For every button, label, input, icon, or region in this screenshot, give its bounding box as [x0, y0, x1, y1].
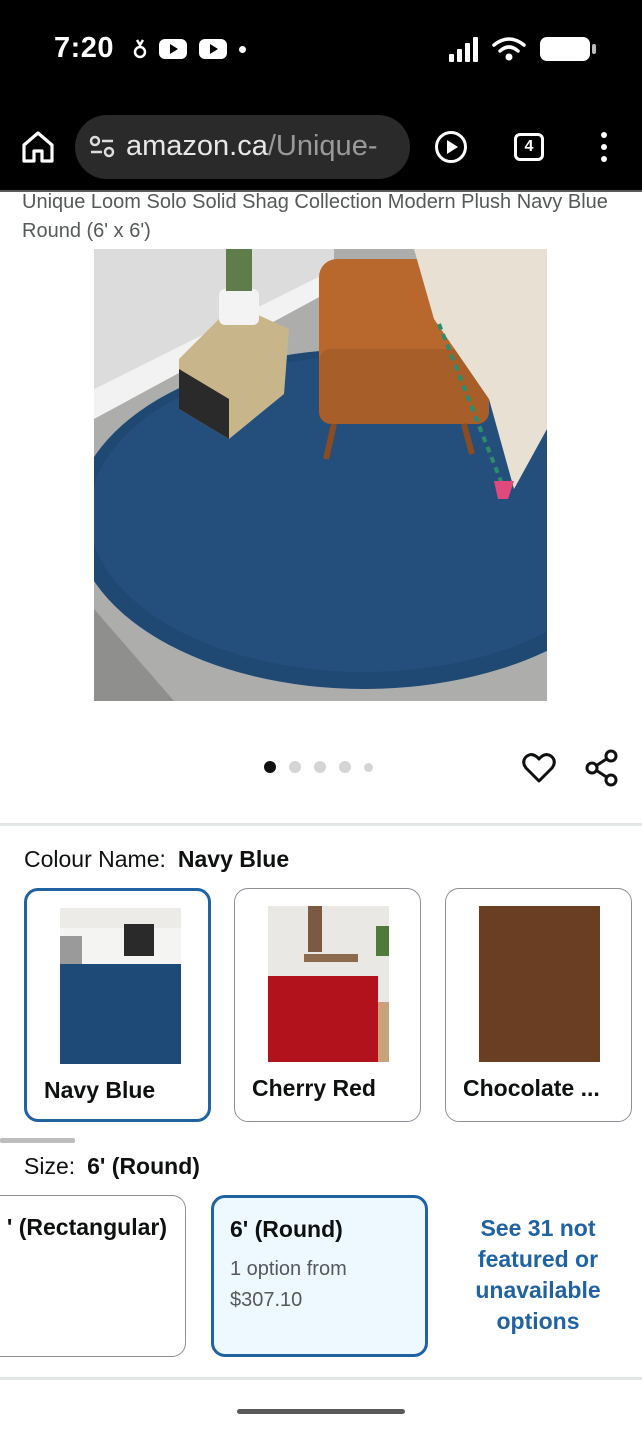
size-option-title: 6' (Round) [230, 1216, 343, 1242]
size-option-price: $307.10 [230, 1289, 303, 1311]
carousel-dot[interactable] [364, 762, 373, 772]
carousel-dot[interactable] [264, 761, 276, 773]
tabs-icon[interactable]: 4 [514, 133, 544, 161]
carousel-dot[interactable] [289, 761, 301, 773]
swatch-label: Chocolate ... [463, 1075, 600, 1101]
youtube-icon [199, 39, 227, 59]
colour-option-chocolate[interactable]: Chocolate ... [445, 888, 632, 1122]
swatch-label: Navy Blue [44, 1077, 156, 1103]
heart-icon[interactable] [522, 751, 556, 785]
product-title: Unique Loom Solo Solid Shag Collection M… [22, 191, 608, 242]
status-bar: 7:20 [0, 0, 642, 100]
status-time: 7:20 [54, 32, 115, 64]
youtube-icon [159, 39, 187, 59]
more-icon[interactable] [598, 132, 610, 162]
url-text: amazon.ca/Unique- [126, 130, 377, 163]
divider [0, 1377, 642, 1380]
swatch-thumbnail [479, 906, 600, 1062]
size-option-price-info: 1 option from $307.10 [230, 1254, 410, 1316]
size-option-rectangular[interactable]: ' (Rectangular) [0, 1195, 186, 1357]
size-option-title: ' (Rectangular) [6, 1214, 167, 1240]
carousel-dot[interactable] [339, 761, 351, 773]
share-icon[interactable] [585, 749, 619, 787]
colour-selected-value: Navy Blue [177, 846, 290, 872]
dot-icon [239, 45, 246, 53]
image-carousel-dots[interactable] [264, 761, 373, 773]
size-selected-value: 6' (Round) [87, 1153, 200, 1179]
signal-icon [449, 36, 478, 62]
size-option-round[interactable]: 6' (Round) 1 option from $307.10 [211, 1195, 428, 1357]
swatch-thumbnail [268, 906, 389, 1062]
gesture-nav-bar[interactable] [237, 1409, 405, 1414]
notification-icon [133, 39, 147, 59]
size-option-subtitle: 1 option from [230, 1258, 347, 1280]
home-icon[interactable] [20, 130, 56, 164]
colour-name-label: Colour Name: Navy Blue [24, 846, 289, 873]
wifi-icon [492, 37, 526, 61]
swatch-thumbnail [60, 908, 181, 1064]
status-notifications [133, 38, 246, 60]
address-bar[interactable]: amazon.ca/Unique- [75, 115, 410, 179]
colour-option-cherry-red[interactable]: Cherry Red [234, 888, 421, 1122]
site-settings-icon[interactable] [89, 135, 115, 159]
size-label: Size: 6' (Round) [24, 1153, 200, 1180]
see-more-options-link[interactable]: See 31 not featured or unavailable optio… [448, 1213, 628, 1337]
product-image[interactable] [94, 249, 547, 701]
play-icon[interactable] [434, 130, 468, 164]
browser-toolbar: amazon.ca/Unique- 4 [0, 100, 642, 192]
colour-option-navy-blue[interactable]: Navy Blue [24, 888, 211, 1122]
scroll-indicator [0, 1138, 75, 1143]
swatch-label: Cherry Red [252, 1075, 376, 1101]
divider [0, 823, 642, 826]
colour-label-text: Colour Name: [24, 846, 166, 872]
carousel-dot[interactable] [314, 761, 326, 773]
status-system-icons [449, 36, 596, 62]
url-path: /Unique- [267, 130, 378, 162]
size-label-text: Size: [24, 1153, 76, 1179]
url-host: amazon.ca [126, 130, 268, 162]
battery-icon [540, 37, 596, 61]
